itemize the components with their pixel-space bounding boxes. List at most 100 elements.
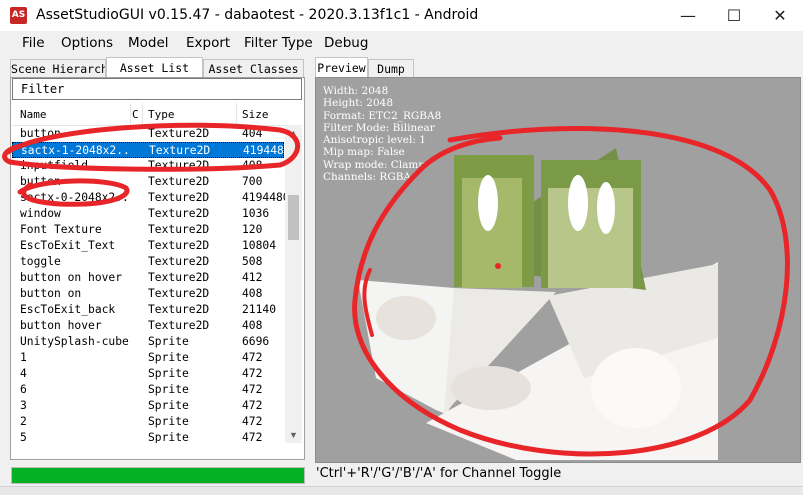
column-name[interactable]: Name: [20, 108, 47, 121]
list-item[interactable]: UnitySplash-cube Sprite 6696: [12, 334, 284, 350]
scroll-thumb[interactable]: [288, 195, 299, 240]
column-container[interactable]: C: [132, 108, 139, 121]
item-size: 404: [242, 127, 263, 140]
item-type: Sprite: [148, 383, 189, 396]
item-type: Sprite: [148, 415, 189, 428]
item-type: Texture2D: [148, 127, 210, 140]
menu-model[interactable]: Model: [128, 35, 169, 51]
column-separator: [130, 103, 131, 125]
item-type: Sprite: [148, 351, 189, 364]
item-name: 5: [20, 431, 27, 443]
tab-preview[interactable]: Preview: [315, 57, 368, 78]
list-scrollbar[interactable]: ▲ ▼: [285, 125, 302, 443]
item-size: 472: [242, 351, 263, 364]
list-item[interactable]: button Texture2D 404: [12, 126, 284, 142]
item-size: 472: [242, 431, 263, 443]
item-type: Sprite: [148, 335, 189, 348]
item-type: Texture2D: [148, 191, 210, 204]
list-item-selected[interactable]: sactx-1-2048x2... Texture2D 4194480: [12, 142, 287, 158]
item-name: button hover: [20, 319, 102, 332]
item-name: sactx-1-2048x2...: [21, 144, 131, 157]
list-item[interactable]: button Texture2D 700: [12, 174, 284, 190]
item-name: button: [20, 127, 61, 140]
list-item[interactable]: EscToExit_Text Texture2D 10804: [12, 238, 284, 254]
menu-export[interactable]: Export: [186, 35, 230, 51]
item-type: Texture2D: [148, 303, 210, 316]
texture-info: Width: 2048 Height: 2048 Format: ETC2_RG…: [323, 85, 442, 184]
item-name: sactx-0-2048x2...: [20, 191, 130, 204]
list-item[interactable]: button hover Texture2D 408: [12, 318, 284, 334]
item-name: UnitySplash-cube: [20, 335, 129, 348]
list-item[interactable]: 4 Sprite 472: [12, 366, 284, 382]
column-size[interactable]: Size: [242, 108, 269, 121]
item-size: 472: [242, 383, 263, 396]
item-name: 3: [20, 399, 27, 412]
item-type: Texture2D: [148, 207, 210, 220]
item-size: 408: [242, 159, 263, 172]
item-size: 6696: [242, 335, 270, 348]
item-name: Font Texture: [20, 223, 102, 236]
tab-dump[interactable]: Dump: [368, 59, 414, 77]
minimize-button[interactable]: —: [665, 0, 711, 31]
item-name: 2: [20, 415, 27, 428]
item-name: toggle: [20, 255, 61, 268]
item-type: Texture2D: [148, 239, 210, 252]
list-item[interactable]: 6 Sprite 472: [12, 382, 284, 398]
list-item[interactable]: 3 Sprite 472: [12, 398, 284, 414]
scroll-down-icon[interactable]: ▼: [285, 427, 302, 443]
item-name: 6: [20, 383, 27, 396]
menu-filter-type[interactable]: Filter Type: [244, 35, 313, 51]
item-type: Texture2D: [148, 255, 210, 268]
item-size: 1036: [242, 207, 270, 220]
scroll-up-icon[interactable]: ▲: [285, 125, 302, 141]
item-size: 508: [242, 255, 263, 268]
list-item[interactable]: sactx-0-2048x2... Texture2D 4194480: [12, 190, 286, 206]
item-name: EscToExit_back: [20, 303, 116, 316]
filter-input[interactable]: Filter: [12, 78, 302, 100]
item-name: inputfield: [20, 159, 89, 172]
tab-asset-list[interactable]: Asset List: [106, 57, 203, 78]
item-size: 472: [242, 367, 263, 380]
texture-preview: Width: 2048 Height: 2048 Format: ETC2_RG…: [315, 77, 801, 463]
item-type: Texture2D: [148, 271, 210, 284]
item-name: button on: [20, 287, 82, 300]
item-name: button: [20, 175, 61, 188]
list-item[interactable]: window Texture2D 1036: [12, 206, 284, 222]
list-item[interactable]: 2 Sprite 472: [12, 414, 284, 430]
column-type[interactable]: Type: [148, 108, 175, 121]
item-size: 4194480: [243, 144, 287, 157]
list-header: Name C Type Size: [12, 103, 300, 126]
progress-bar: [11, 467, 305, 484]
item-type: Sprite: [148, 399, 189, 412]
item-type: Texture2D: [148, 159, 210, 172]
list-item[interactable]: button on hover Texture2D 412: [12, 270, 284, 286]
close-button[interactable]: ✕: [757, 0, 803, 31]
item-name: button on hover: [20, 271, 123, 284]
item-type: Texture2D: [148, 175, 210, 188]
list-item[interactable]: inputfield Texture2D 408: [12, 158, 284, 174]
item-size: 700: [242, 175, 263, 188]
column-separator: [142, 103, 143, 125]
menu-file[interactable]: File: [22, 35, 45, 51]
item-name: EscToExit_Text: [20, 239, 116, 252]
item-type: Texture2D: [148, 223, 210, 236]
list-item[interactable]: EscToExit_back Texture2D 21140: [12, 302, 284, 318]
list-item[interactable]: Font Texture Texture2D 120: [12, 222, 284, 238]
menu-bar: File Options Model Export Filter Type De…: [0, 31, 803, 55]
menu-debug[interactable]: Debug: [324, 35, 368, 51]
item-type: Texture2D: [148, 287, 210, 300]
progress-fill: [12, 468, 304, 483]
list-item[interactable]: 1 Sprite 472: [12, 350, 284, 366]
item-size: 472: [242, 399, 263, 412]
menu-options[interactable]: Options: [61, 35, 113, 51]
maximize-button[interactable]: ☐: [711, 0, 757, 31]
tab-scene-hierarchy[interactable]: Scene Hierarchy: [10, 59, 106, 77]
list-item[interactable]: button on Texture2D 408: [12, 286, 284, 302]
item-type: Texture2D: [148, 319, 210, 332]
window-title: AssetStudioGUI v0.15.47 - dabaotest - 20…: [36, 7, 479, 23]
item-name: window: [20, 207, 61, 220]
list-item[interactable]: toggle Texture2D 508: [12, 254, 284, 270]
tab-asset-classes[interactable]: Asset Classes: [203, 59, 304, 77]
status-text: 'Ctrl'+'R'/'G'/'B'/'A' for Channel Toggl…: [316, 466, 562, 481]
list-item[interactable]: 5 Sprite 472: [12, 430, 284, 443]
